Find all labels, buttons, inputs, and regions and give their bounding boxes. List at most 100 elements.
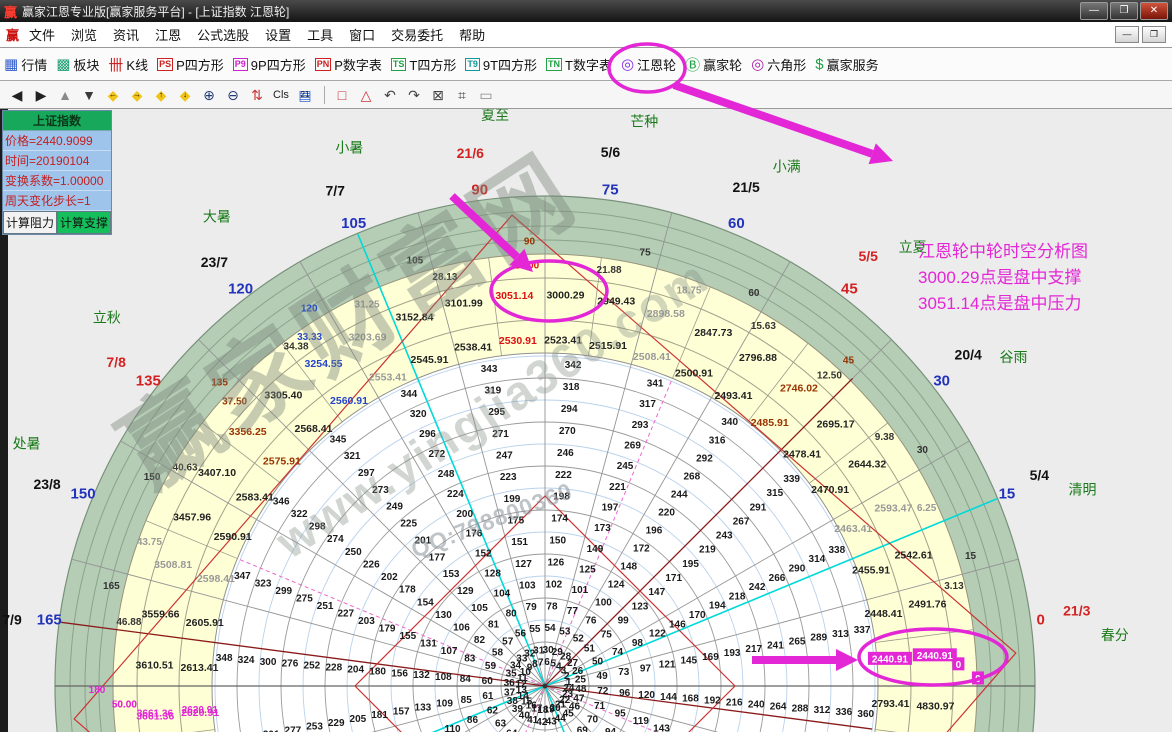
maximize-button[interactable]: ❐	[1110, 2, 1138, 20]
menu-browse[interactable]: 浏览	[71, 25, 97, 44]
svg-text:15.63: 15.63	[751, 321, 776, 332]
svg-text:7/9: 7/9	[2, 612, 22, 628]
menu-news[interactable]: 资讯	[113, 25, 139, 44]
move-left-icon[interactable]: ◆←	[102, 85, 124, 105]
menu-settings[interactable]: 设置	[265, 25, 291, 44]
t-table-button[interactable]: TNT数字表	[546, 55, 612, 74]
menu-help[interactable]: 帮助	[459, 25, 485, 44]
svg-text:2553.41: 2553.41	[369, 372, 407, 384]
analysis-annotation: 江恩轮中轮时空分析图 3000.29点是盘中支撑 3051.14点是盘中压力	[918, 239, 1088, 317]
winner-service-button-icon: $	[815, 56, 823, 73]
hexagon-button[interactable]: ◎六角形	[751, 55, 806, 74]
mdi-restore-button[interactable]: ❐	[1142, 26, 1166, 43]
move-up-icon[interactable]: ◆↑	[150, 85, 172, 105]
svg-text:293: 293	[632, 420, 649, 431]
svg-text:夏至: 夏至	[481, 109, 509, 123]
mdi-minimize-button[interactable]: —	[1115, 26, 1139, 43]
svg-text:45: 45	[841, 280, 858, 297]
calc-support-button[interactable]: 计算支撑	[57, 211, 111, 234]
gann-wheel-button[interactable]: ◎江恩轮	[621, 55, 676, 74]
menu-stock-picker[interactable]: 公式选股	[197, 25, 249, 44]
9p-square-button[interactable]: P99P四方形	[233, 55, 306, 74]
svg-text:194: 194	[709, 601, 726, 612]
cls-button[interactable]: Cls	[270, 85, 292, 105]
svg-text:165: 165	[103, 581, 120, 592]
updown-icon[interactable]: ⇅	[246, 85, 268, 105]
zoom-in-icon[interactable]: ⊕	[198, 85, 220, 105]
svg-text:120: 120	[638, 690, 655, 701]
svg-text:7/7: 7/7	[325, 183, 345, 199]
svg-text:2560.91: 2560.91	[330, 395, 368, 407]
svg-text:221: 221	[609, 482, 626, 493]
svg-text:130: 130	[435, 610, 452, 621]
svg-text:324: 324	[238, 655, 255, 666]
move-down-icon[interactable]: ◆↓	[174, 85, 196, 105]
quotes-button[interactable]: ▦行情	[4, 55, 47, 74]
kline-button-icon: 卌	[108, 54, 123, 75]
menu-gann[interactable]: 江恩	[155, 25, 181, 44]
svg-text:267: 267	[733, 516, 750, 527]
svg-text:30: 30	[917, 445, 929, 456]
svg-text:立秋: 立秋	[93, 309, 121, 325]
svg-text:80: 80	[506, 608, 518, 619]
svg-text:芒种: 芒种	[630, 114, 658, 130]
canvas-icon[interactable]: ▭	[475, 85, 497, 105]
t-square-button[interactable]: TST四方形	[391, 55, 456, 74]
menu-window[interactable]: 窗口	[349, 25, 375, 44]
p-table-button[interactable]: PNP数字表	[315, 55, 382, 74]
gann-wheel-chart[interactable]: 1234567891011121314151617181920212223242…	[0, 109, 1172, 732]
calendar-icon[interactable]: ▤21	[294, 85, 316, 105]
expand-icon[interactable]: ⊠	[427, 85, 449, 105]
pyramid-up-icon[interactable]: ▲	[54, 85, 76, 105]
pyramid-down-icon[interactable]: ▼	[78, 85, 100, 105]
triangle-tool-icon[interactable]: △	[355, 85, 377, 105]
svg-text:265: 265	[789, 637, 806, 648]
p-square-button[interactable]: PSP四方形	[157, 55, 224, 74]
instrument-name: 上证指数	[3, 111, 111, 131]
svg-text:336: 336	[836, 707, 853, 718]
svg-text:127: 127	[515, 559, 532, 570]
square-tool-icon[interactable]: □	[331, 85, 353, 105]
svg-text:7/8: 7/8	[106, 354, 126, 370]
svg-text:2440.91: 2440.91	[917, 651, 954, 662]
svg-text:360: 360	[857, 709, 874, 720]
svg-text:20/4: 20/4	[955, 346, 982, 362]
svg-text:129: 129	[457, 586, 474, 597]
toolbar-separator	[324, 86, 325, 104]
close-button[interactable]: ✕	[1140, 2, 1168, 20]
prev-arrow-icon[interactable]: ◀	[6, 85, 28, 105]
svg-text:243: 243	[716, 531, 733, 542]
svg-text:181: 181	[371, 710, 388, 721]
svg-text:60: 60	[728, 215, 745, 232]
winner-service-button[interactable]: $赢家服务	[815, 55, 878, 74]
svg-text:2613.41: 2613.41	[180, 662, 218, 674]
menu-trade[interactable]: 交易委托	[391, 25, 443, 44]
svg-text:83: 83	[464, 654, 476, 665]
svg-text:9.38: 9.38	[875, 432, 895, 443]
svg-text:2470.91: 2470.91	[811, 484, 849, 496]
svg-text:5/6: 5/6	[601, 144, 621, 160]
svg-text:43.75: 43.75	[137, 537, 162, 548]
next-arrow-icon[interactable]: ▶	[30, 85, 52, 105]
svg-text:192: 192	[704, 696, 721, 707]
rotate-cw-icon[interactable]: ↷	[403, 85, 425, 105]
svg-text:5: 5	[550, 658, 556, 669]
svg-text:2620.91: 2620.91	[182, 705, 219, 716]
winner-wheel-button[interactable]: Ⓑ赢家轮	[685, 54, 742, 75]
rotate-ccw-icon[interactable]: ↶	[379, 85, 401, 105]
menu-tools[interactable]: 工具	[307, 25, 333, 44]
move-right-icon[interactable]: ◆→	[126, 85, 148, 105]
sectors-button[interactable]: ▩板块	[56, 55, 99, 74]
svg-text:247: 247	[496, 451, 513, 462]
svg-text:3051.14: 3051.14	[495, 290, 533, 302]
kline-button[interactable]: 卌K线	[108, 54, 148, 75]
svg-text:100: 100	[595, 597, 612, 608]
svg-text:149: 149	[587, 544, 604, 555]
menu-file[interactable]: 文件	[29, 25, 55, 44]
minimize-button[interactable]: —	[1080, 2, 1108, 20]
zoom-out-icon[interactable]: ⊖	[222, 85, 244, 105]
9t-square-button[interactable]: T99T四方形	[465, 55, 537, 74]
quotes-button-icon: ▦	[4, 55, 18, 73]
calc-resistance-button[interactable]: 计算阻力	[3, 211, 57, 234]
collapse-icon[interactable]: ⌗	[451, 85, 473, 105]
